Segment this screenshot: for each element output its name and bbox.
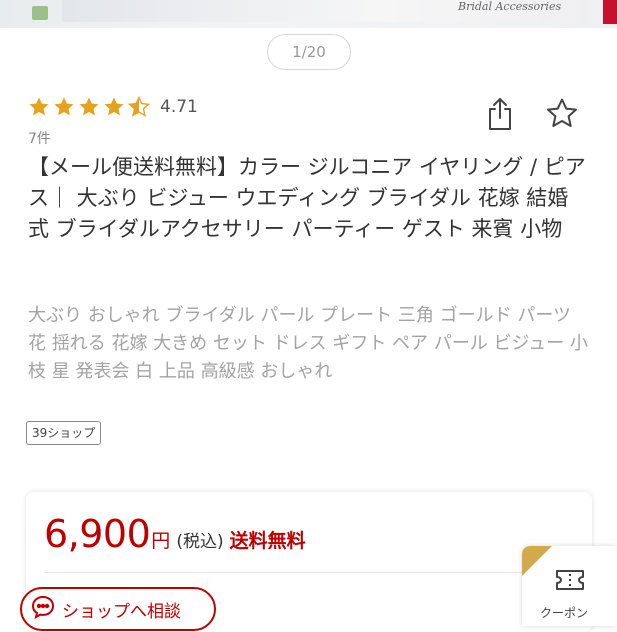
rating-value: 4.71 bbox=[160, 97, 198, 117]
banner-thumbnail-left bbox=[32, 6, 48, 20]
banner-thumbnail-right bbox=[603, 0, 617, 24]
share-icon[interactable] bbox=[484, 96, 516, 132]
rating-summary[interactable]: 4.71 bbox=[28, 96, 198, 118]
price-amount: 6,900 bbox=[44, 512, 151, 556]
contact-shop-label: ショップへ相談 bbox=[62, 601, 181, 622]
product-tags: 大ぶり おしゃれ ブライダル パール プレート 三角 ゴールド パーツ 花 揺れ… bbox=[28, 305, 588, 382]
price-tax-label: (税込) bbox=[176, 532, 224, 552]
rating-stars bbox=[28, 96, 152, 118]
contact-shop-button[interactable]: ショップへ相談 bbox=[20, 587, 216, 631]
price-row: 6,900 円 (税込) 送料無料 bbox=[44, 512, 306, 556]
product-image-banner[interactable]: Bridal Accessories bbox=[0, 0, 617, 28]
star-filled-icon bbox=[54, 97, 74, 116]
coupon-corner-accent bbox=[522, 546, 552, 576]
free-shipping-label: 送料無料 bbox=[229, 530, 306, 552]
image-pager: 1/20 bbox=[267, 34, 351, 70]
star-outline-icon[interactable] bbox=[544, 96, 580, 132]
coupon-button[interactable]: クーポン bbox=[522, 546, 617, 626]
star-filled-icon bbox=[79, 97, 99, 116]
star-half-icon bbox=[128, 96, 150, 117]
chat-icon bbox=[30, 594, 56, 624]
price-unit: 円 bbox=[151, 530, 171, 552]
product-title: 【メール便送料無料】カラー ジルコニア イヤリング / ピアス｜ 大ぶり ビジュ… bbox=[28, 155, 586, 241]
banner-caption: Bridal Accessories bbox=[458, 0, 562, 13]
star-filled-icon bbox=[104, 97, 124, 116]
shop-39-badge: 39ショップ bbox=[26, 421, 102, 445]
star-filled-icon bbox=[29, 97, 49, 116]
review-count[interactable]: 7件 bbox=[28, 128, 51, 148]
coupon-label: クーポン bbox=[540, 606, 589, 620]
price-divider bbox=[44, 572, 564, 573]
ticket-icon bbox=[554, 566, 586, 598]
